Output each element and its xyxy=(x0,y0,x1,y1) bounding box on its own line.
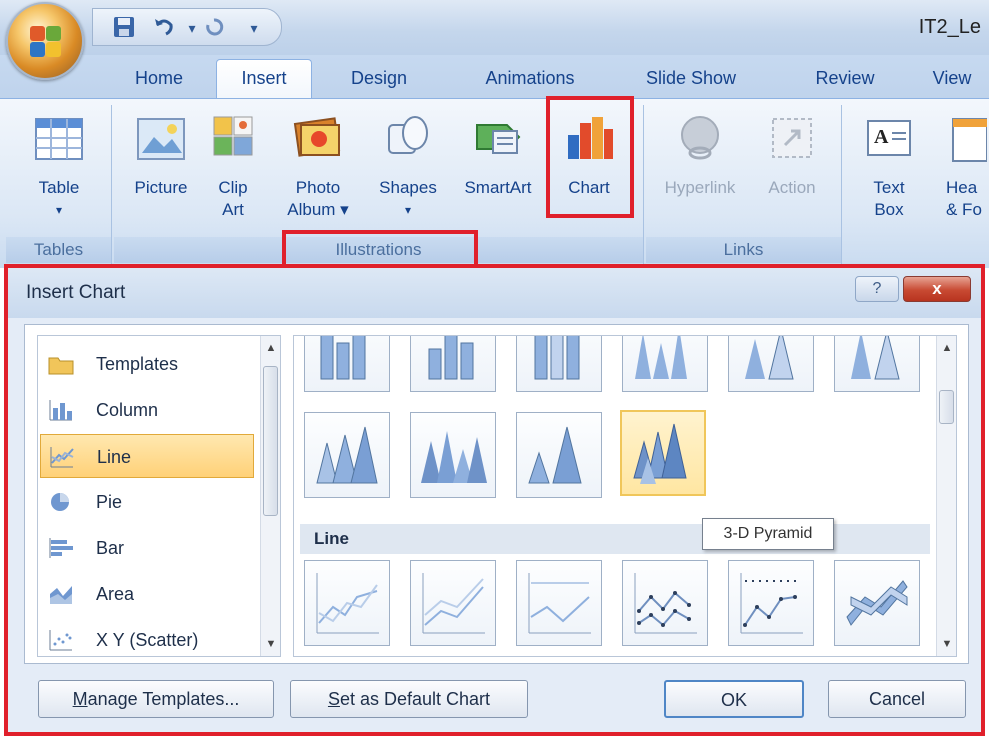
photo-album-button[interactable]: Photo Album ▾ xyxy=(280,111,356,221)
header-footer-icon xyxy=(952,118,988,162)
tab-view[interactable]: View xyxy=(920,63,984,99)
ribbon: Table ▾ Tables Picture Clip Art Photo Al… xyxy=(0,98,989,268)
dialog-highlight-box xyxy=(4,264,985,736)
photo-album-label: Photo xyxy=(295,178,341,197)
action-label: Action xyxy=(768,178,816,197)
shapes-label: Shapes xyxy=(379,178,437,197)
chart-highlight-box xyxy=(546,96,634,218)
save-icon[interactable] xyxy=(111,15,137,41)
hyperlink-label: Hyperlink xyxy=(664,178,736,197)
photo-album-icon xyxy=(293,117,341,157)
text-box-button[interactable]: A Text Box xyxy=(858,111,920,221)
tab-animations[interactable]: Animations xyxy=(466,63,594,99)
shapes-button[interactable]: Shapes ▾ xyxy=(368,111,448,221)
action-button[interactable]: Action xyxy=(754,111,830,199)
redo-icon[interactable] xyxy=(201,15,227,41)
hyperlink-icon xyxy=(681,116,719,160)
shapes-icon xyxy=(388,116,428,154)
picture-label: Picture xyxy=(134,178,188,197)
office-logo-icon xyxy=(30,26,62,58)
clip-art-label: Clip xyxy=(218,178,248,197)
clip-art-label-2: Art xyxy=(222,200,244,219)
tables-group-label: Tables xyxy=(6,237,111,263)
text-box-label-2: Box xyxy=(874,200,904,219)
action-icon xyxy=(772,118,812,158)
links-group: Hyperlink Action Links xyxy=(646,105,842,265)
customize-icon[interactable]: ▾ xyxy=(241,15,267,41)
links-group-label: Links xyxy=(646,237,841,263)
tab-design[interactable]: Design xyxy=(336,63,422,99)
tab-slide-show[interactable]: Slide Show xyxy=(632,63,750,99)
clip-art-button[interactable]: Clip Art xyxy=(202,111,264,221)
smartart-label: SmartArt xyxy=(464,178,532,197)
tables-group: Table ▾ Tables xyxy=(6,105,112,265)
table-label: Table xyxy=(38,178,80,197)
header-footer-label: Hea xyxy=(946,178,978,197)
table-button[interactable]: Table ▾ xyxy=(26,111,92,221)
clip-art-icon xyxy=(213,116,253,156)
tab-review[interactable]: Review xyxy=(804,63,886,99)
smartart-icon xyxy=(476,124,521,154)
text-box-icon: A xyxy=(867,120,911,156)
smartart-button[interactable]: SmartArt xyxy=(452,111,544,199)
text-box-label: Text xyxy=(873,178,905,197)
photo-album-label-2: Album ▾ xyxy=(287,200,349,219)
title-bar: ▾ ▾ IT2_Le xyxy=(0,0,989,58)
ribbon-tabs: Home Insert Design Animations Slide Show… xyxy=(0,55,989,101)
tab-insert[interactable]: Insert xyxy=(216,59,312,101)
undo-icon[interactable] xyxy=(151,15,177,41)
document-title: IT2_Le xyxy=(918,16,981,38)
table-dropdown-icon: ▾ xyxy=(55,203,63,217)
office-button[interactable] xyxy=(6,2,84,80)
quick-access-toolbar: ▾ ▾ xyxy=(92,8,282,46)
header-footer-label-2: & Fo xyxy=(946,200,982,219)
header-footer-button[interactable]: Hea & Fo xyxy=(930,111,989,221)
picture-button[interactable]: Picture xyxy=(126,111,196,199)
text-group: A Text Box Hea & Fo xyxy=(846,105,989,265)
hyperlink-button[interactable]: Hyperlink xyxy=(654,111,746,199)
shapes-dropdown-icon: ▾ xyxy=(404,203,412,217)
picture-icon xyxy=(137,118,185,160)
table-icon xyxy=(35,118,83,160)
tab-home[interactable]: Home xyxy=(120,63,198,99)
svg-text:A: A xyxy=(874,126,889,148)
